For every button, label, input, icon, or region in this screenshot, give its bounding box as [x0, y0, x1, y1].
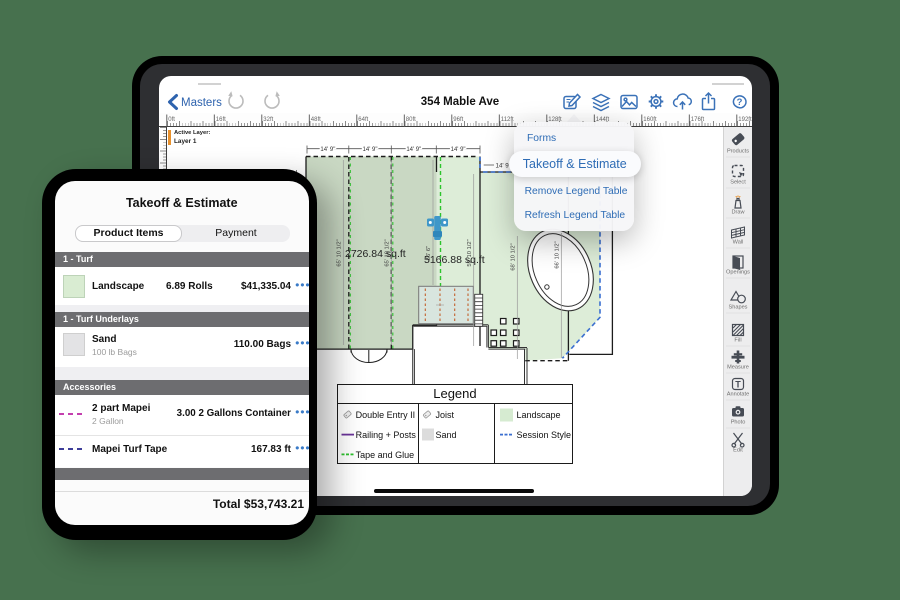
- svg-text:Shapes: Shapes: [728, 304, 747, 310]
- svg-text:Draw: Draw: [731, 209, 745, 215]
- svg-text:Measure: Measure: [727, 364, 749, 370]
- svg-text:64ft: 64ft: [358, 117, 368, 123]
- svg-text:32ft: 32ft: [263, 117, 273, 123]
- svg-text:Select: Select: [730, 179, 746, 185]
- svg-text:Joist: Joist: [435, 410, 454, 420]
- svg-text:Photo: Photo: [730, 419, 745, 425]
- svg-text:Annotate: Annotate: [726, 391, 748, 397]
- svg-text:96ft: 96ft: [453, 117, 463, 123]
- svg-text:Railing + Posts: Railing + Posts: [355, 430, 416, 440]
- svg-text:14' 9": 14' 9": [406, 147, 421, 153]
- svg-text:14' 9": 14' 9": [320, 147, 335, 153]
- svg-text:0ft: 0ft: [168, 117, 175, 123]
- svg-text:2726.84 sq.ft: 2726.84 sq.ft: [345, 248, 406, 260]
- svg-text:Products: Products: [727, 148, 749, 154]
- svg-text:Session Style: Session Style: [516, 430, 571, 440]
- svg-text:66' 10 1/2": 66' 10 1/2": [555, 241, 561, 268]
- svg-text:112ft: 112ft: [501, 117, 514, 123]
- svg-text:65' 10 1/2": 65' 10 1/2": [337, 239, 343, 266]
- svg-text:Tape and Glue: Tape and Glue: [355, 450, 414, 460]
- svg-text:68' 10 1/2": 68' 10 1/2": [511, 243, 517, 270]
- svg-text:176ft: 176ft: [691, 117, 705, 123]
- svg-text:T: T: [735, 379, 741, 389]
- svg-text:Sand: Sand: [435, 430, 456, 440]
- svg-text:160ft: 160ft: [643, 117, 657, 123]
- svg-text:Landscape: Landscape: [516, 410, 560, 420]
- svg-text:80ft: 80ft: [406, 117, 416, 123]
- svg-text:Double Entry II: Double Entry II: [355, 410, 415, 420]
- svg-text:Fill: Fill: [734, 337, 741, 343]
- svg-text:5166.88 sq.ft: 5166.88 sq.ft: [424, 254, 485, 266]
- svg-text:14' 9": 14' 9": [363, 147, 378, 153]
- svg-text:192ft: 192ft: [738, 117, 752, 123]
- svg-text:Edit: Edit: [733, 447, 743, 453]
- svg-text:14' 9": 14' 9": [451, 147, 466, 153]
- svg-text:Openings: Openings: [726, 269, 750, 275]
- svg-text:Wall: Wall: [732, 239, 743, 245]
- svg-text:48ft: 48ft: [311, 117, 321, 123]
- svg-text:16ft: 16ft: [216, 117, 226, 123]
